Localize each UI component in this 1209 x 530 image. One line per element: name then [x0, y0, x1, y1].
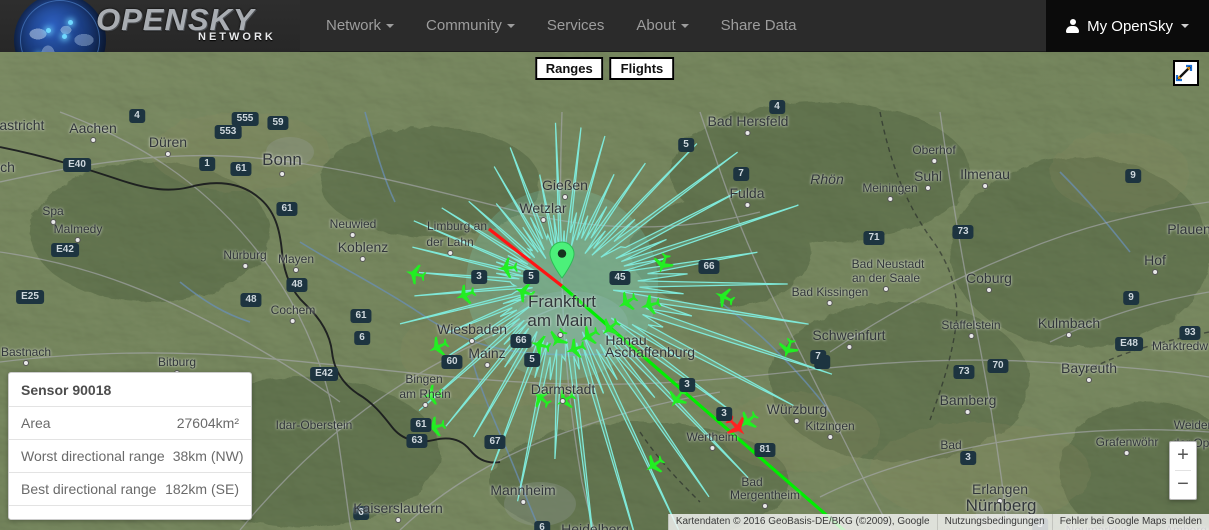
sensor-panel-footer-space	[9, 505, 251, 519]
nav-label: Share Data	[720, 16, 797, 34]
road-shield: 5	[678, 138, 694, 152]
road-shield: 66	[510, 334, 532, 348]
chevron-down-icon	[386, 23, 395, 28]
road-shield: 5	[524, 353, 540, 367]
user-menu-label: My OpenSky	[1087, 17, 1173, 35]
chevron-down-icon	[1181, 24, 1189, 28]
sensor-area-value: 27604km²	[176, 415, 239, 431]
road-shield: 67	[484, 435, 506, 449]
chevron-down-icon	[506, 23, 515, 28]
road-shield: E42	[51, 243, 79, 257]
best-range-value: 182km (SE)	[165, 481, 239, 497]
map-attribution: Kartendaten © 2016 GeoBasis-DE/BKG (©200…	[667, 514, 1209, 530]
sensor-info-panel: Sensor 90018 Area 27604km² Worst directi…	[8, 372, 252, 520]
flights-toggle-button[interactable]: Flights	[609, 57, 675, 80]
sensor-panel-title: Sensor 90018	[21, 382, 112, 398]
road-shield: 73	[952, 225, 974, 239]
nav-label: Services	[546, 16, 605, 34]
road-shield: 1	[199, 157, 215, 171]
road-shield: 3	[716, 407, 732, 421]
road-shield: E42	[310, 367, 338, 381]
road-shield: 4	[129, 109, 145, 123]
road-shield: 7	[810, 350, 826, 364]
nav-label: Community	[426, 16, 502, 34]
expand-arrows-icon	[1175, 64, 1193, 82]
table-row: Worst directional range 38km (NW)	[9, 439, 251, 472]
ranges-toggle-button[interactable]: Ranges	[534, 57, 604, 80]
road-shield: 63	[406, 434, 428, 448]
road-shield: 5	[523, 270, 539, 284]
person-icon	[1066, 19, 1080, 33]
nav-label: Network	[326, 16, 382, 34]
globe-node-dot	[62, 34, 67, 39]
road-shield: 45	[609, 271, 631, 285]
road-shield: 70	[987, 359, 1009, 373]
road-shield: 61	[230, 162, 252, 176]
user-menu[interactable]: My OpenSky	[1046, 0, 1209, 52]
nav-item-community[interactable]: Community	[410, 0, 531, 52]
road-shield: 7	[733, 167, 749, 181]
road-shield: 48	[286, 278, 308, 292]
attribution-map-data: Kartendaten © 2016 GeoBasis-DE/BKG (©200…	[667, 514, 937, 530]
globe-continents	[14, 0, 106, 52]
best-range-label: Best directional range	[21, 481, 157, 497]
road-shield: 66	[698, 260, 720, 274]
chevron-down-icon	[680, 23, 689, 28]
globe-node-dot	[68, 20, 73, 25]
brand-subwordmark: NETWORK	[198, 31, 276, 43]
road-shield: 48	[240, 293, 262, 307]
zoom-control: + −	[1169, 441, 1197, 500]
zoom-in-button[interactable]: +	[1170, 442, 1196, 470]
opensky-page: OPENSKY NETWORK Network Community Servic…	[0, 0, 1209, 530]
fullscreen-button[interactable]	[1173, 60, 1199, 86]
road-shield: E25	[16, 290, 44, 304]
road-shield: 6	[353, 506, 369, 520]
nav-item-share-data[interactable]: Share Data	[705, 0, 813, 52]
zoom-out-button[interactable]: −	[1170, 471, 1196, 499]
road-shield: 3	[471, 270, 487, 284]
road-shield: 9	[1125, 169, 1141, 183]
road-shield: 3	[960, 451, 976, 465]
road-shield: E40	[63, 158, 91, 172]
nav-item-network[interactable]: Network	[310, 0, 410, 52]
road-shield: 61	[276, 202, 298, 216]
road-shield: 555	[231, 112, 259, 126]
road-shield: E48	[1115, 337, 1143, 351]
worst-range-value: 38km (NW)	[172, 448, 244, 464]
map-layer-toggles: Ranges Flights	[534, 57, 675, 80]
road-shield: 6	[534, 521, 550, 530]
nav-item-about[interactable]: About	[620, 0, 704, 52]
table-row: Area 27604km²	[9, 406, 251, 439]
table-row: Best directional range 182km (SE)	[9, 472, 251, 505]
road-shield: 9	[1123, 291, 1139, 305]
road-shield: 59	[267, 116, 289, 130]
main-menu: Network Community Services About Share D…	[310, 0, 813, 51]
road-shield: 6	[354, 331, 370, 345]
road-shield: 71	[863, 231, 885, 245]
road-shield: 3	[679, 378, 695, 392]
road-shield: 60	[441, 355, 463, 369]
attribution-terms-link[interactable]: Nutzungsbedingungen	[936, 514, 1052, 530]
opensky-logo[interactable]: OPENSKY NETWORK	[0, 0, 300, 52]
road-shield: 73	[953, 365, 975, 379]
nav-label: About	[636, 16, 676, 34]
road-shield: 81	[754, 443, 776, 457]
road-shield: 61	[410, 418, 432, 432]
road-shield: 93	[1179, 326, 1201, 340]
worst-range-label: Worst directional range	[21, 448, 165, 464]
road-shield: 61	[350, 309, 372, 323]
road-shield: 4	[769, 100, 785, 114]
attribution-report-link[interactable]: Fehler bei Google Maps melden	[1051, 514, 1209, 530]
top-navigation-bar: OPENSKY NETWORK Network Community Servic…	[0, 0, 1209, 52]
coverage-map[interactable]: 455559553161E4061E4248E254861E296E423566…	[0, 52, 1209, 530]
road-shield: 553	[214, 125, 242, 139]
globe-node-dot	[46, 28, 51, 33]
nav-item-services[interactable]: Services	[531, 0, 621, 52]
sensor-area-label: Area	[21, 415, 51, 431]
